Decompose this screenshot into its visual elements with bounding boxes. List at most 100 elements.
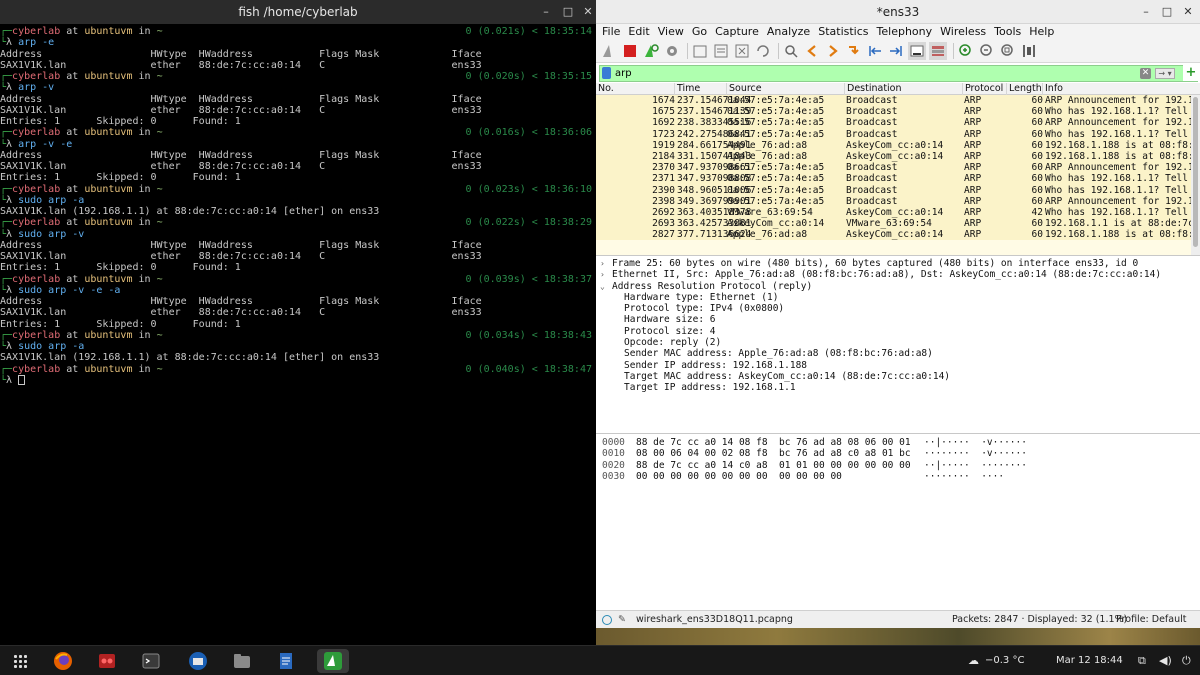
save-icon[interactable] [712, 42, 730, 60]
bookmark-icon[interactable] [602, 67, 611, 79]
bytes-row[interactable]: 0010 08 00 06 04 00 02 08 f8 bc 76 ad a8 … [596, 448, 1200, 459]
clear-filter-icon[interactable]: ✕ [1140, 68, 1151, 79]
profile-name[interactable]: Profile: Default [1116, 614, 1186, 625]
zoom-in-icon[interactable] [957, 42, 975, 60]
volume-icon[interactable]: ◀) [1159, 654, 1172, 667]
network-icon[interactable]: ⧉ [1138, 654, 1146, 668]
menu-file[interactable]: File [602, 24, 620, 40]
packet-row[interactable]: 2693 363.425733881 AskeyCom_cc:a0:14 VMware… [596, 218, 1200, 230]
maximize-icon[interactable]: □ [560, 4, 576, 20]
apps-grid-icon[interactable] [7, 649, 33, 673]
col-info[interactable]: Info [1043, 83, 1200, 95]
weather-icon[interactable]: ☁ [968, 654, 979, 667]
packet-row[interactable]: 1675 237.154671139 0a:57:e5:7a:4e:a5 Broadc… [596, 106, 1200, 118]
reload-icon[interactable] [754, 42, 772, 60]
maximize-icon[interactable]: □ [1159, 4, 1175, 20]
menu-tools[interactable]: Tools [994, 24, 1021, 40]
packet-list-scrollbar[interactable] [1191, 95, 1200, 255]
bytes-row[interactable]: 0020 88 de 7c cc a0 14 c0 a8 01 01 00 00 … [596, 460, 1200, 471]
menu-help[interactable]: Help [1029, 24, 1054, 40]
weather-temperature[interactable]: −0.3 °C [985, 655, 1024, 666]
menu-edit[interactable]: Edit [628, 24, 649, 40]
autoscroll-icon[interactable] [908, 42, 926, 60]
detail-field[interactable]: Opcode: reply (2) [596, 337, 1200, 348]
detail-tree-node[interactable]: › Ethernet II, Src: Apple_76:ad:a8 (08:f8… [596, 269, 1200, 280]
detail-field[interactable]: Sender IP address: 192.168.1.188 [596, 360, 1200, 371]
detail-field[interactable]: Hardware size: 6 [596, 314, 1200, 325]
last-packet-icon[interactable] [887, 42, 905, 60]
detail-field[interactable]: Protocol size: 4 [596, 326, 1200, 337]
wireshark-window[interactable]: *ens33 – □ ✕ File Edit View Go Capture A… [596, 0, 1200, 628]
packet-row[interactable]: 2390 348.960511006 0a:57:e5:7a:4e:a5 Broadc… [596, 184, 1200, 196]
wireshark-icon[interactable] [317, 649, 349, 673]
terminal-window[interactable]: fish /home/cyberlab – □ ✕ ┌─cyberlab at … [0, 0, 596, 645]
col-source[interactable]: Source [727, 83, 845, 95]
packet-row[interactable]: 1674 237.154671044 0a:57:e5:7a:4e:a5 Broadc… [596, 95, 1200, 107]
packet-row[interactable]: 2692 363.403518378 VMware_63:69:54 AskeyCom… [596, 206, 1200, 219]
packet-row[interactable]: 2370 347.937098661 0a:57:e5:7a:4e:a5 Broadc… [596, 162, 1200, 174]
detail-field[interactable]: Protocol type: IPv4 (0x0800) [596, 303, 1200, 314]
close-icon[interactable]: ✕ [1180, 4, 1196, 20]
options-gear-icon[interactable] [663, 42, 681, 60]
packet-details[interactable]: › Frame 25: 60 bytes on wire (480 bits), … [596, 258, 1200, 434]
zoom-normal-icon[interactable] [999, 42, 1017, 60]
menu-statistics[interactable]: Statistics [818, 24, 868, 40]
collapsed-arrow-icon[interactable]: › [600, 258, 612, 269]
detail-field[interactable]: Hardware type: Ethernet (1) [596, 292, 1200, 303]
packet-row[interactable]: 2827 377.713136624 Apple_76:ad:a8 AskeyCom_… [596, 229, 1200, 241]
terminal-icon[interactable] [138, 649, 164, 673]
power-icon[interactable]: ⏻ [1182, 654, 1191, 668]
stop-icon[interactable] [621, 42, 639, 60]
packet-list[interactable]: No. Time Source Destination Protocol Len… [596, 83, 1200, 256]
detail-field[interactable]: Target IP address: 192.168.1.1 [596, 382, 1200, 393]
col-destination[interactable]: Destination [845, 83, 963, 95]
col-no[interactable]: No. [596, 83, 675, 95]
text-editor-icon[interactable] [273, 649, 299, 673]
expanded-arrow-icon[interactable]: ⌄ [600, 281, 612, 292]
detail-tree-node[interactable]: › Frame 25: 60 bytes on wire (480 bits), … [596, 258, 1200, 269]
back-icon[interactable] [803, 42, 821, 60]
clock[interactable]: Mar 12 18:44 [1056, 655, 1123, 666]
resize-columns-icon[interactable] [1020, 42, 1038, 60]
zoom-out-icon[interactable] [978, 42, 996, 60]
menu-capture[interactable]: Capture [715, 24, 759, 40]
firefox-icon[interactable] [50, 649, 76, 673]
bytes-row[interactable]: 0030 00 00 00 00 00 00 00 00 00 00 00 00 ·… [596, 471, 1200, 482]
thunderbird-icon[interactable] [185, 649, 211, 673]
display-filter-bar[interactable]: arp ✕ → ▾ + [599, 65, 1199, 82]
detail-field[interactable]: Sender MAC address: Apple_76:ad:a8 (08:f… [596, 348, 1200, 359]
detail-field[interactable]: Target MAC address: AskeyCom_cc:a0:14 (8… [596, 371, 1200, 382]
detail-tree-node[interactable]: ⌄ Address Resolution Protocol (reply) [596, 281, 1200, 292]
shark-fin-icon[interactable] [600, 42, 618, 60]
menu-telephony[interactable]: Telephony [877, 24, 933, 40]
packet-row[interactable]: 1692 238.383345516 0a:57:e5:7a:4e:a5 Broadc… [596, 117, 1200, 129]
files-icon[interactable] [229, 649, 255, 673]
menu-wireless[interactable]: Wireless [940, 24, 986, 40]
minimize-icon[interactable]: – [538, 4, 554, 20]
minimize-icon[interactable]: – [1138, 4, 1154, 20]
terminal-titlebar[interactable]: fish /home/cyberlab – □ ✕ [0, 0, 596, 24]
menu-go[interactable]: Go [692, 24, 707, 40]
menu-view[interactable]: View [658, 24, 684, 40]
packet-row[interactable]: 1723 242.275486841 0a:57:e5:7a:4e:a5 Broadc… [596, 128, 1200, 140]
packet-row[interactable]: 1919 284.661754491 Apple_76:ad:a8 AskeyCom_… [596, 139, 1200, 151]
col-time[interactable]: Time [675, 83, 727, 95]
apply-filter-button[interactable]: → ▾ [1155, 68, 1175, 79]
packet-row[interactable]: 2371 347.937098808 0a:57:e5:7a:4e:a5 Broadc… [596, 173, 1200, 185]
packet-row[interactable]: 2184 331.150741843 Apple_76:ad:a8 AskeyCom_… [596, 150, 1200, 163]
goto-packet-icon[interactable] [845, 42, 863, 60]
bytes-row[interactable]: 0000 88 de 7c cc a0 14 08 f8 bc 76 ad a8 … [596, 437, 1200, 448]
close-file-icon[interactable] [733, 42, 751, 60]
display-filter-input[interactable]: arp [615, 68, 632, 79]
capture-status-icon[interactable] [602, 615, 612, 625]
menu-analyze[interactable]: Analyze [767, 24, 810, 40]
packet-bytes[interactable]: 0000 88 de 7c cc a0 14 08 f8 bc 76 ad a8 … [596, 436, 1200, 610]
forward-icon[interactable] [824, 42, 842, 60]
packet-row[interactable]: 2398 349.369799901 0a:57:e5:7a:4e:a5 Broadc… [596, 195, 1200, 207]
open-folder-icon[interactable] [691, 42, 709, 60]
collapsed-arrow-icon[interactable]: › [600, 269, 612, 280]
terminal-output[interactable]: ┌─cyberlab at ubuntuvm in ~0 (0.021s) < … [0, 26, 596, 386]
colorize-icon[interactable] [929, 42, 947, 60]
wireshark-titlebar[interactable]: *ens33 – □ ✕ [596, 0, 1200, 24]
col-length[interactable]: Length [1007, 83, 1043, 95]
